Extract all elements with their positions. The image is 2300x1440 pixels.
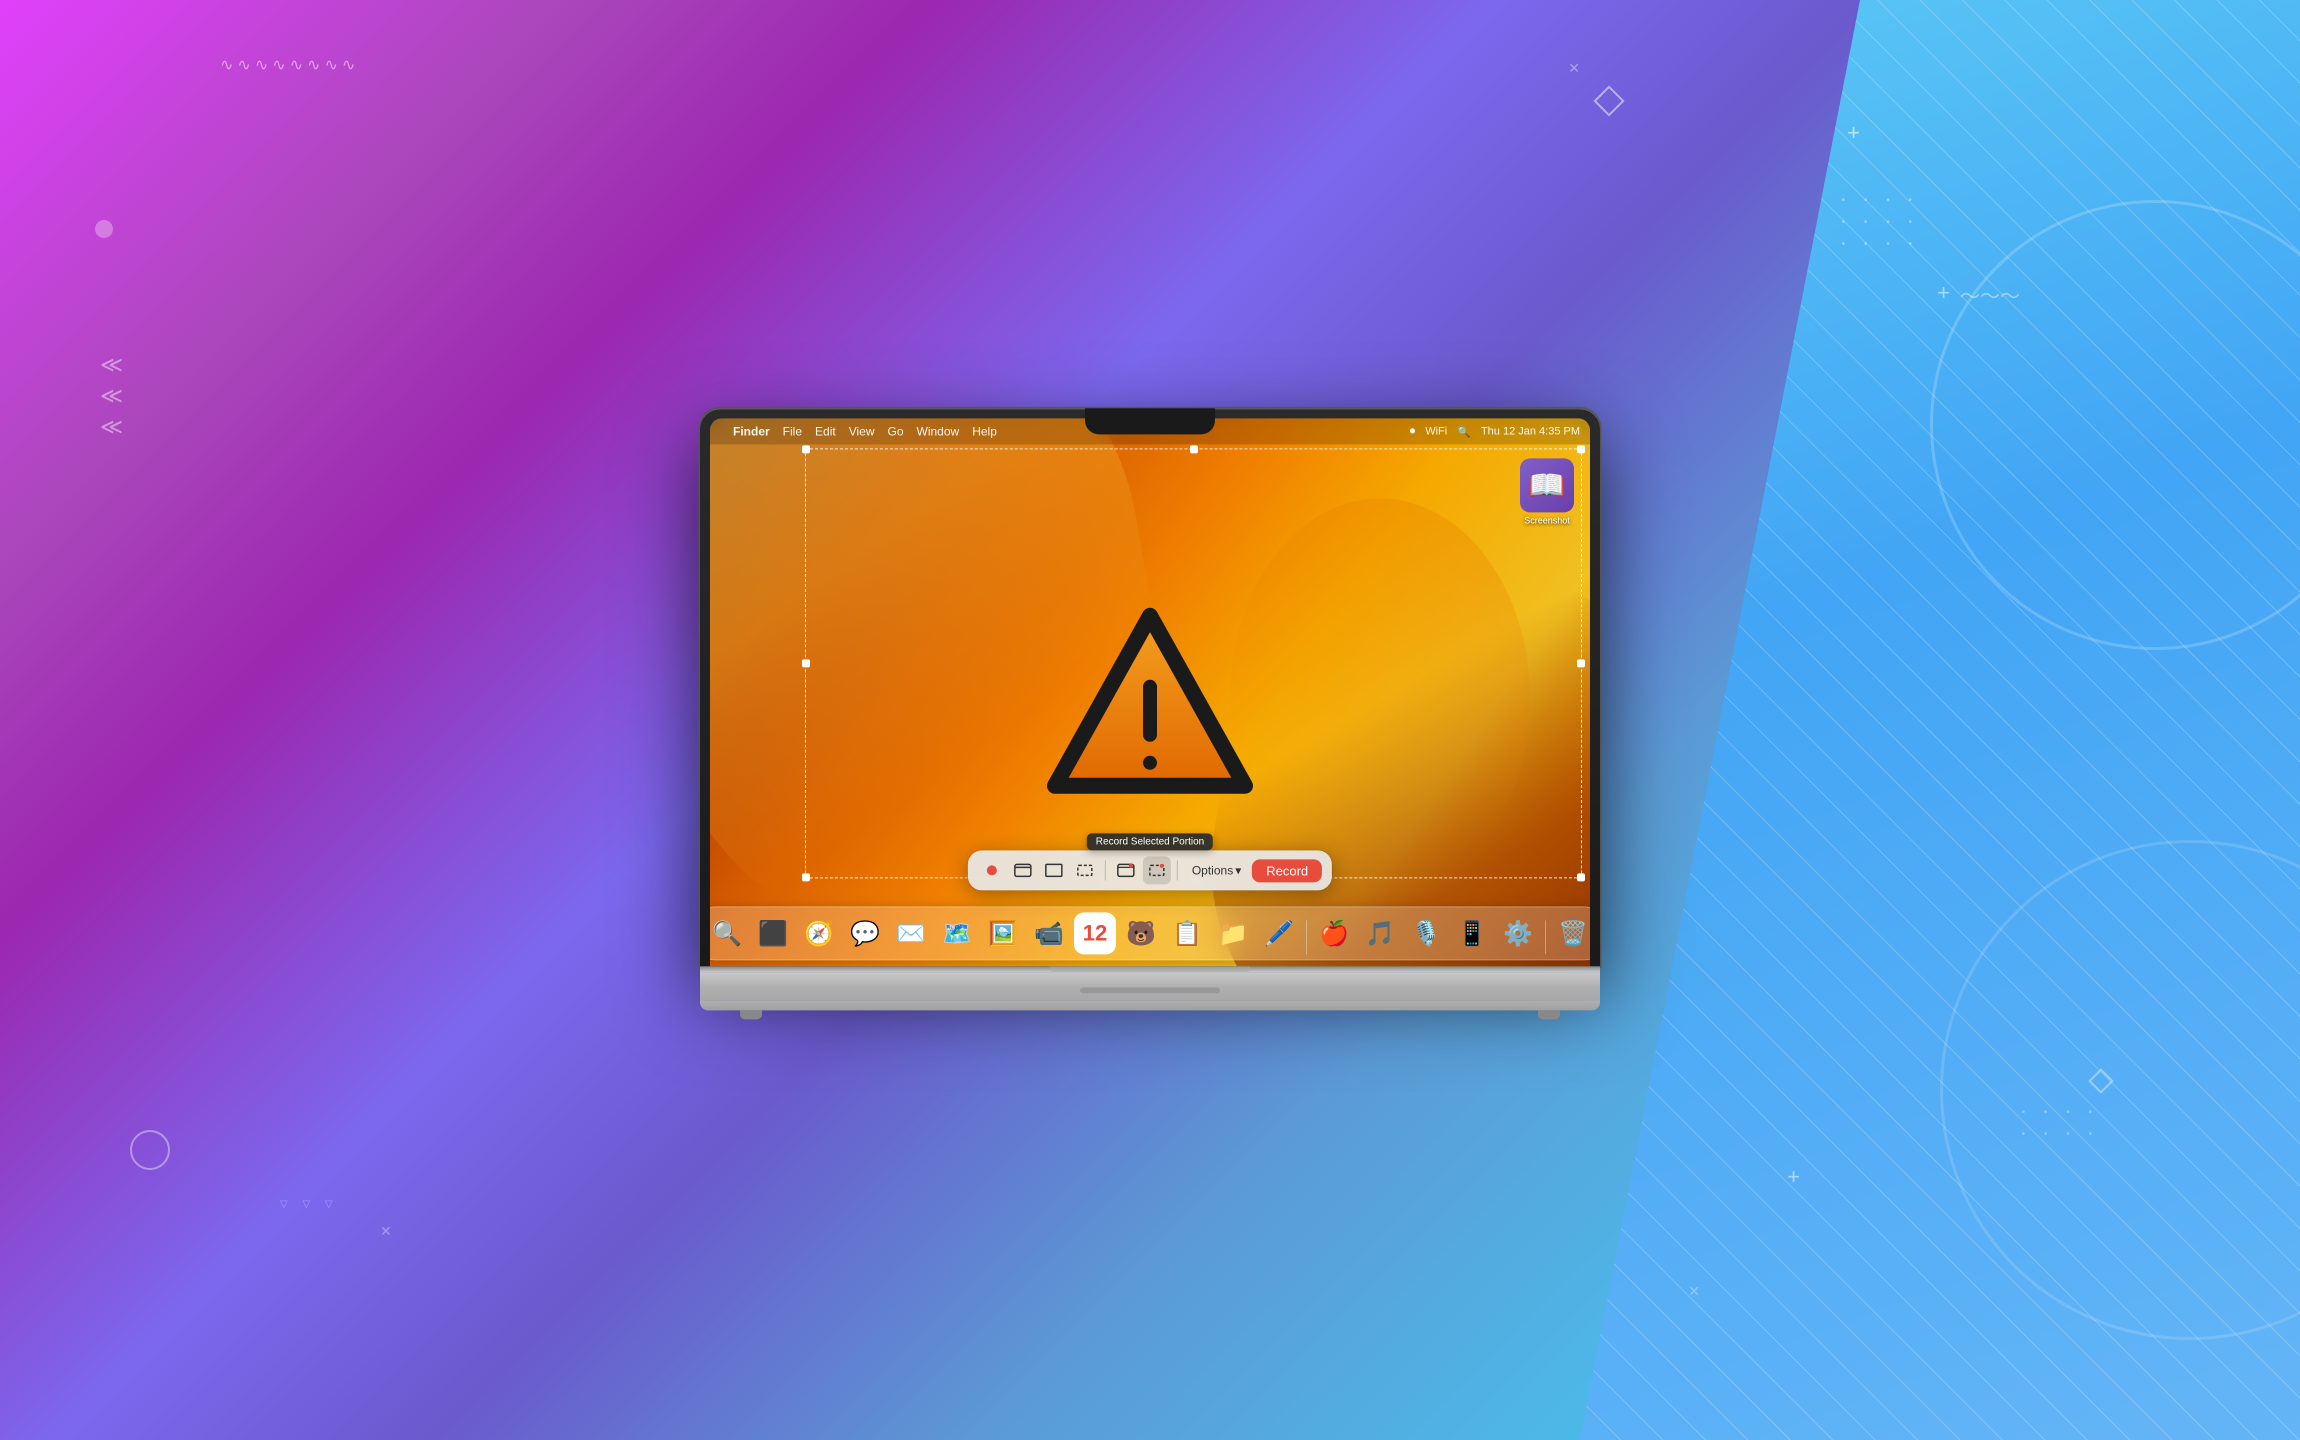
corner-handle-tr[interactable] — [1577, 445, 1585, 453]
foot-left — [740, 1010, 762, 1019]
dock-icon-launchpad[interactable]: ⬛ — [752, 912, 794, 954]
deco-plus-top-right: + — [1847, 120, 1860, 146]
deco-x-bottom-right: ✕ — [1688, 1283, 1700, 1300]
menubar-wifi-icon: WiFi — [1425, 425, 1447, 437]
dock-icon-notes[interactable]: 🖊️ — [1258, 912, 1300, 954]
toolbar-separator-1 — [1105, 860, 1106, 880]
dock-icon-finder[interactable]: 🔍 — [710, 912, 748, 954]
dock-icon-mail[interactable]: ✉️ — [890, 912, 932, 954]
foot-right — [1538, 1010, 1560, 1019]
options-chevron: ▾ — [1235, 863, 1241, 877]
dock-separator-2 — [1545, 920, 1546, 954]
screenshot-toolbar: Options ▾ Record — [968, 850, 1332, 890]
deco-plus-right-mid: + — [1937, 280, 1950, 306]
deco-circle-left-mid — [95, 220, 113, 238]
record-button[interactable]: Record — [1252, 859, 1322, 882]
dock-icon-podcasts[interactable]: 🎙️ — [1405, 912, 1447, 954]
corner-handle-tl[interactable] — [802, 445, 810, 453]
dock-icon-photos[interactable]: 🖼️ — [982, 912, 1024, 954]
deco-zigzag-top: ∿∿∿∿∿∿∿∿ — [220, 55, 359, 75]
dock-icon-music[interactable]: 🎵 — [1359, 912, 1401, 954]
toolbar-separator-2 — [1177, 860, 1178, 880]
screenshot-selected-btn[interactable] — [1071, 856, 1099, 884]
dock-icon-maps[interactable]: 🗺️ — [936, 912, 978, 954]
screenshot-window-btn[interactable] — [1009, 856, 1037, 884]
deco-dots-bottom-right: • • • •• • • • — [2022, 1107, 2100, 1140]
deco-plus-bottom-right: + — [1787, 1164, 1800, 1190]
menu-go[interactable]: Go — [888, 424, 904, 438]
macbook-screen: Finder File Edit View Go Window Help ⏺ W… — [710, 418, 1590, 966]
menu-finder[interactable]: Finder — [733, 424, 770, 438]
menubar-search-icon: 🔍 — [1457, 425, 1471, 438]
macbook-feet — [700, 1010, 1600, 1019]
record-label: Record — [1266, 863, 1308, 878]
dock: 🔍 ⬛ 🧭 💬 ✉️ 🗺️ 🖼️ 📹 12 🐻 📋 📁 🖊️ 🍎 🎵 — [710, 906, 1590, 960]
corner-handle-br[interactable] — [1577, 873, 1585, 881]
macbook-trackpad-hint — [1080, 987, 1220, 993]
record-selected-btn[interactable] — [1143, 856, 1171, 884]
dock-icon-files[interactable]: 📁 — [1212, 912, 1254, 954]
deco-x-top: ✕ — [1568, 60, 1580, 77]
macos-wallpaper: Finder File Edit View Go Window Help ⏺ W… — [710, 418, 1590, 966]
menu-file[interactable]: File — [783, 424, 802, 438]
macbook-screen-outer: Finder File Edit View Go Window Help ⏺ W… — [700, 408, 1600, 966]
dock-icon-facetime[interactable]: 📹 — [1028, 912, 1070, 954]
dock-icon-trash[interactable]: 🗑️ — [1552, 912, 1590, 954]
menu-edit[interactable]: Edit — [815, 424, 836, 438]
record-tooltip: Record Selected Portion — [1087, 833, 1213, 850]
menubar-datetime: Thu 12 Jan 4:35 PM — [1481, 425, 1580, 437]
corner-handle-tm[interactable] — [1190, 445, 1198, 453]
macbook-body — [700, 972, 1600, 1000]
macbook-wrapper: Finder File Edit View Go Window Help ⏺ W… — [700, 408, 1600, 1019]
deco-triangle-dots-bottom: ▽ ▽ ▽ — [280, 1199, 339, 1210]
deco-circle-left-bottom — [130, 1130, 170, 1170]
capture-photo-btn[interactable] — [978, 856, 1006, 884]
menu-help[interactable]: Help — [972, 424, 997, 438]
dock-icon-calendar[interactable]: 12 — [1074, 912, 1116, 954]
dock-icon-appstore[interactable]: 📱 — [1451, 912, 1493, 954]
menubar-record-icon: ⏺ — [1410, 425, 1416, 438]
menu-window[interactable]: Window — [917, 424, 960, 438]
deco-x-bottom-left: ✕ — [380, 1223, 392, 1240]
options-label: Options — [1192, 863, 1233, 877]
corner-handle-ml[interactable] — [802, 659, 810, 667]
record-screen-btn[interactable] — [1112, 856, 1140, 884]
dock-icon-systemprefs[interactable]: ⚙️ — [1497, 912, 1539, 954]
macbook-base-edge — [700, 1000, 1600, 1010]
tooltip-text: Record Selected Portion — [1096, 836, 1204, 847]
dock-icon-appletv[interactable]: 🍎 — [1313, 912, 1355, 954]
deco-zigzag-right: 〜〜〜 — [1960, 280, 2020, 309]
corner-handle-bl[interactable] — [802, 873, 810, 881]
dock-icon-messages[interactable]: 💬 — [844, 912, 886, 954]
menu-view[interactable]: View — [849, 424, 875, 438]
dock-icon-safari[interactable]: 🧭 — [798, 912, 840, 954]
dock-icon-reminders[interactable]: 📋 — [1166, 912, 1208, 954]
deco-dots-row-right: • • • •• • • •• • • • — [1842, 195, 1920, 250]
options-button[interactable]: Options ▾ — [1184, 861, 1249, 879]
corner-handle-mr[interactable] — [1577, 659, 1585, 667]
screenshot-fullscreen-btn[interactable] — [1040, 856, 1068, 884]
macbook-notch — [1085, 408, 1215, 434]
dock-separator — [1306, 920, 1307, 954]
dock-icon-contacts[interactable]: 🐻 — [1120, 912, 1162, 954]
deco-chevrons: ≪≪≪ — [100, 350, 123, 442]
selection-rectangle — [805, 448, 1582, 878]
